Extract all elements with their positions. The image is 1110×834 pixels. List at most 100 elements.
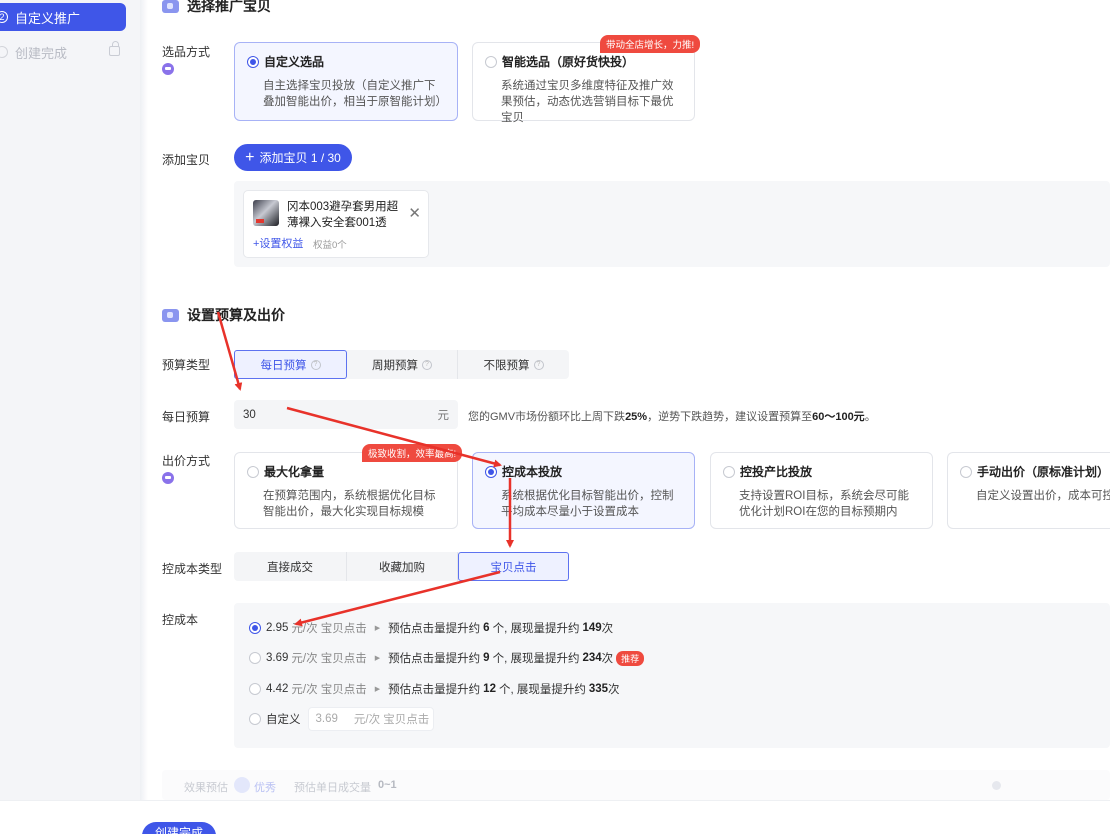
sidebar-item-label: 创建完成 (15, 45, 68, 61)
input-value: 30 (243, 408, 256, 421)
cost-unit: 元/次 宝贝点击 (291, 684, 367, 696)
estimate-text: 个, 展现量提升约 (492, 653, 580, 665)
sidebar-item-custom-promotion[interactable]: 2 自定义推广 (0, 3, 126, 31)
cost-option-row[interactable]: 3.69 元/次 宝贝点击 ▶ 预估点击量提升约 9 个, 展现量提升约 234 次 推… (249, 650, 645, 666)
bid-card-roi-control[interactable]: 控投产比投放 支持设置ROI目标，系统会尽可能优化计划ROI在您的目标预期内 (710, 452, 933, 529)
product-thumbnail (253, 200, 279, 226)
card-custom-select[interactable]: 自定义选品 自主选择宝贝投放（自定义推广下叠加智能出价，相当于原智能计划） (234, 42, 458, 121)
card-title: 控成本投放 (502, 465, 563, 479)
cost-option-custom[interactable]: 自定义 3.69 元/次 宝贝点击 (249, 707, 434, 731)
input-unit: 元/次 宝贝点击 (353, 714, 430, 726)
radio-icon[interactable] (960, 465, 972, 478)
section-title-product: 选择推广宝贝 (162, 0, 271, 16)
product-title: 冈本003避孕套男用超薄裸入安全套001透薄... (287, 201, 399, 229)
section-icon (162, 308, 179, 322)
estimate-text: 次 (608, 684, 620, 696)
card-desc: 在预算范围内，系统根据优化目标智能出价，最大化实现目标规模 (263, 490, 436, 518)
cost-type-direct-deal[interactable]: 直接成交 (234, 552, 347, 581)
option-label: 每日预算 (260, 359, 307, 372)
caret-right-icon: ▶ (374, 655, 381, 662)
radio-selected-icon[interactable] (249, 622, 261, 634)
section-icon (162, 0, 179, 13)
dot-icon (992, 781, 1001, 790)
bid-card-manual[interactable]: 手动出价（原标准计划） 自定义设置出价，成本可控 (947, 452, 1110, 529)
label-text: 选品方式 (162, 45, 211, 59)
caret-right-icon: ▶ (374, 686, 381, 693)
cost-type-item-click[interactable]: 宝贝点击 (458, 552, 569, 581)
card-desc: 自定义设置出价，成本可控 (976, 490, 1110, 502)
card-title: 智能选品（原好货快投） (502, 55, 635, 69)
radio-selected-icon[interactable] (485, 465, 497, 478)
close-icon[interactable]: ✕ (408, 206, 421, 221)
cost-option-row[interactable]: 4.42 元/次 宝贝点击 ▶ 预估点击量提升约 12 个, 展现量提升约 335 次 (249, 681, 620, 697)
section-title-text: 设置预算及出价 (187, 307, 285, 323)
help-icon[interactable]: ? (310, 359, 321, 370)
sidebar-item-label: 自定义推广 (15, 10, 81, 26)
bid-method-label: 出价方式 (162, 452, 210, 487)
effect-label: 效果预估 (184, 782, 228, 794)
step-dot-icon (0, 46, 8, 58)
estimate-text: 次 (601, 623, 614, 635)
daily-budget-input[interactable]: 30 元 (234, 400, 458, 429)
radio-icon[interactable] (247, 465, 259, 478)
estimate-clicks: 6 (483, 622, 490, 634)
estimate-views: 149 (582, 622, 602, 634)
estimate-text: 预估点击量提升约 (388, 623, 481, 635)
card-title: 手动出价（原标准计划） (977, 465, 1110, 479)
input-placeholder: 3.69 (315, 713, 338, 725)
cost-price: 3.69 (266, 652, 289, 664)
hint-percent: 25% (625, 411, 648, 423)
plus-icon: + (245, 148, 255, 166)
radio-icon[interactable] (249, 713, 261, 725)
card-smart-select[interactable]: 智能选品（原好货快投） 系统通过宝贝多维度特征及推广效果预估，动态优选营销目标下… (472, 42, 695, 124)
estimate-views: 335 (588, 683, 609, 695)
input-unit: 元 (437, 409, 450, 422)
hint-text: 。 (864, 411, 876, 423)
radio-icon[interactable] (249, 683, 261, 695)
radio-icon[interactable] (485, 55, 497, 68)
button-label: 添加宝贝 1 / 30 (259, 151, 341, 165)
bid-card-max-volume[interactable]: 最大化拿量 在预算范围内，系统根据优化目标智能出价，最大化实现目标规模 (234, 452, 458, 529)
ai-icon (162, 472, 174, 484)
select-method-label: 选品方式 (162, 43, 210, 78)
cost-unit: 元/次 宝贝点击 (291, 653, 367, 665)
help-icon[interactable]: ? (422, 359, 432, 370)
lock-icon (109, 41, 120, 56)
daily-estimate-value: 0~1 (378, 779, 397, 791)
custom-label: 自定义 (266, 714, 301, 726)
set-benefit-link[interactable]: +设置权益 (253, 235, 303, 251)
recommend-tag: 推荐 (616, 650, 645, 666)
cost-price: 2.95 (266, 622, 289, 634)
add-item-button[interactable]: + 添加宝贝 1 / 30 (234, 144, 352, 171)
divider (140, 0, 148, 800)
card-desc: 系统通过宝贝多维度特征及推广效果预估，动态优选营销目标下最优宝贝 (501, 80, 674, 124)
budget-type-period[interactable]: 周期预算? (347, 350, 458, 379)
create-button[interactable]: 创建完成 (142, 822, 216, 834)
budget-type-daily[interactable]: 每日预算? (234, 350, 347, 379)
sidebar-item-create-done[interactable]: 创建完成 (0, 38, 126, 66)
cost-type-segment: 直接成交 收藏加购 宝贝点击 (234, 552, 569, 581)
bid-card-cost-control[interactable]: 控成本投放 系统根据优化目标智能出价，控制平均成本尽量小于设置成本 (472, 452, 695, 529)
section-title-budget: 设置预算及出价 (162, 305, 285, 325)
estimate-clicks: 9 (483, 652, 490, 664)
card-title: 控投产比投放 (740, 465, 813, 479)
radio-icon[interactable] (723, 465, 735, 478)
card-desc: 系统根据优化目标智能出价，控制平均成本尽量小于设置成本 (501, 490, 674, 518)
ai-icon (162, 63, 174, 75)
estimate-text: 预估点击量提升约 (388, 653, 481, 665)
radio-selected-icon[interactable] (247, 55, 259, 68)
step-number: 2 (0, 11, 8, 23)
promo-tag: 带动全店增长，力推! (600, 35, 701, 53)
promo-tag: 极致收割，效率最高! (362, 444, 463, 462)
effect-estimate-bar: 效果预估 优秀 预估单日成交量 0~1 (162, 770, 1110, 800)
cost-type-collect-cart[interactable]: 收藏加购 (347, 552, 458, 581)
help-icon[interactable]: ? (533, 359, 544, 370)
budget-type-unlimited[interactable]: 不限预算? (458, 350, 569, 379)
cost-option-row[interactable]: 2.95 元/次 宝贝点击 ▶ 预估点击量提升约 6 个, 展现量提升约 149 次 (249, 620, 613, 636)
cost-unit: 元/次 宝贝点击 (291, 623, 367, 635)
radio-icon[interactable] (249, 652, 261, 664)
custom-cost-input[interactable]: 3.69 元/次 宝贝点击 (307, 707, 434, 731)
daily-budget-label: 每日预算 (162, 410, 211, 424)
caret-right-icon: ▶ (374, 625, 381, 632)
option-label: 宝贝点击 (490, 561, 537, 574)
